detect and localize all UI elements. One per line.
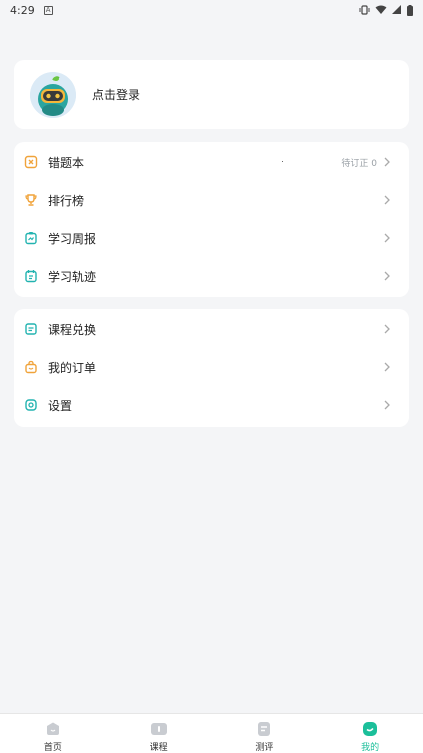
avatar[interactable]: [30, 71, 76, 118]
course-icon: [150, 720, 168, 737]
chevron-right-icon: [384, 400, 390, 410]
signal-icon: [392, 5, 401, 14]
menu-item-label: 我的订单: [48, 360, 97, 375]
menu-item-label: 学习周报: [48, 231, 97, 246]
gear-icon: [24, 398, 38, 412]
profile-icon: [361, 720, 379, 737]
mascot-avatar-icon: [30, 71, 76, 118]
menu-item-label: 学习轨迹: [48, 269, 97, 284]
tab-label: 测评: [255, 743, 274, 753]
tab-label: 课程: [149, 743, 168, 753]
login-link[interactable]: 点击登录: [92, 86, 140, 103]
chevron-right-icon: [384, 157, 390, 167]
status-bar: 4:29 A: [0, 0, 423, 20]
profile-card[interactable]: 点击登录: [14, 60, 409, 129]
wrong-book-icon: [24, 155, 38, 169]
menu-item-label: 课程兑换: [48, 322, 97, 337]
menu-card-account: 课程兑换 我的订单 设置: [14, 309, 409, 427]
trophy-icon: [24, 193, 38, 207]
tab-home[interactable]: 首页: [0, 714, 106, 753]
divider-dot: [282, 161, 283, 162]
wifi-icon: [375, 5, 387, 14]
track-icon: [24, 269, 38, 283]
tab-assessment[interactable]: 测评: [212, 714, 318, 753]
menu-item-course-redeem[interactable]: 课程兑换: [14, 310, 409, 348]
menu-card-study: 错题本 待订正 0 排行榜 学习周报 学习轨迹: [14, 142, 409, 297]
menu-item-learning-track[interactable]: 学习轨迹: [14, 257, 409, 295]
menu-item-my-orders[interactable]: 我的订单: [14, 348, 409, 386]
menu-item-settings[interactable]: 设置: [14, 386, 409, 424]
home-icon: [44, 720, 62, 737]
vibrate-icon: [359, 5, 370, 15]
bag-icon: [24, 360, 38, 374]
battery-icon: [407, 4, 413, 16]
tab-mine[interactable]: 我的: [317, 714, 423, 753]
chevron-right-icon: [384, 233, 390, 243]
redeem-icon: [24, 322, 38, 336]
tab-courses[interactable]: 课程: [106, 714, 212, 753]
pending-count: 待订正 0: [341, 158, 377, 169]
status-time: 4:29: [10, 3, 35, 17]
menu-item-wrong-questions[interactable]: 错题本 待订正 0: [14, 143, 409, 181]
menu-item-label: 设置: [48, 398, 73, 413]
menu-item-leaderboard[interactable]: 排行榜: [14, 181, 409, 219]
menu-item-label: 错题本: [48, 155, 85, 170]
bottom-nav: 首页 课程 测评 我的: [0, 713, 423, 753]
report-icon: [24, 231, 38, 245]
chevron-right-icon: [384, 362, 390, 372]
menu-item-label: 排行榜: [48, 193, 85, 208]
tab-label: 我的: [361, 743, 380, 753]
assessment-icon: [255, 720, 273, 737]
chevron-right-icon: [384, 324, 390, 334]
chevron-right-icon: [384, 271, 390, 281]
tab-label: 首页: [43, 743, 62, 753]
menu-item-weekly-report[interactable]: 学习周报: [14, 219, 409, 257]
notification-icon: A: [43, 5, 53, 15]
chevron-right-icon: [384, 195, 390, 205]
